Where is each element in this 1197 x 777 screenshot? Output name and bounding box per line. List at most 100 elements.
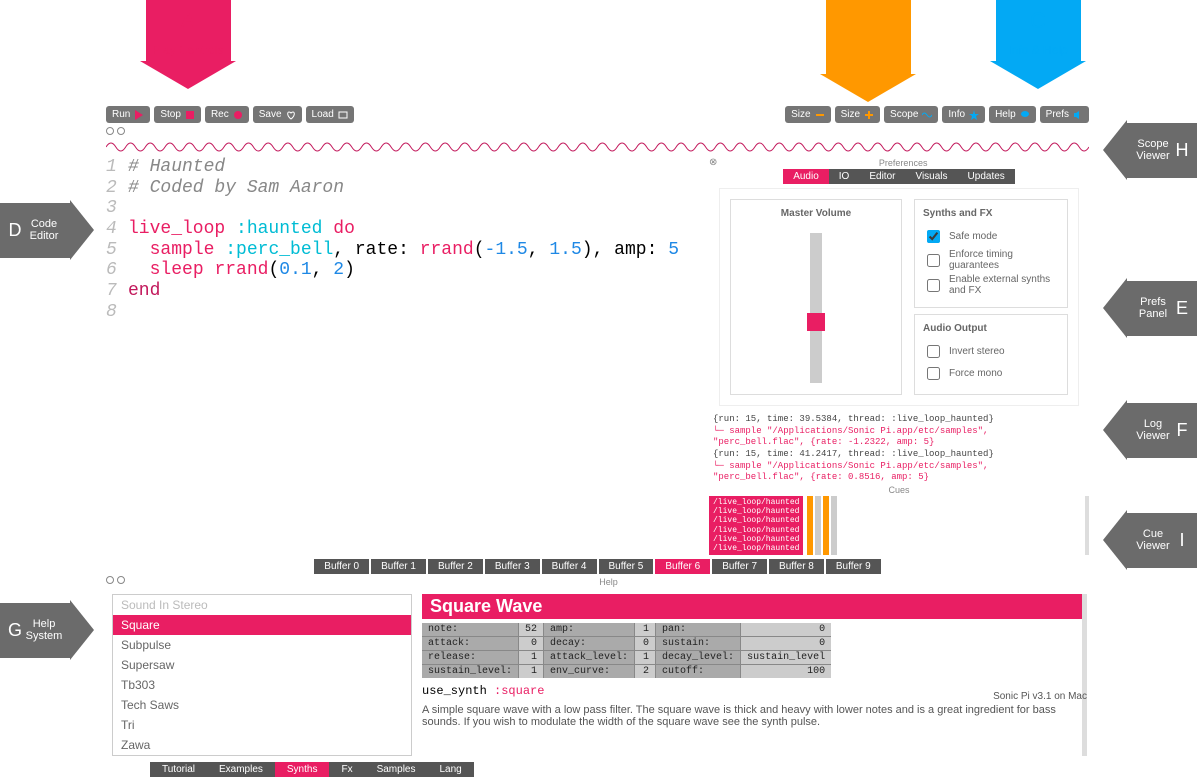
tab-editor[interactable]: Editor (859, 169, 905, 184)
volume-slider[interactable] (810, 233, 822, 383)
cue-viewer: Cues /live_loop/haunted /live_loop/haunt… (709, 484, 1089, 555)
callout-C-letter: C (1000, 8, 1077, 34)
close-icon[interactable] (106, 576, 114, 584)
callout-H: Scope Viewer H (1103, 120, 1197, 180)
prefs-title: Preferences (717, 157, 1089, 169)
help-tabs: Tutorial Examples Synths Fx Samples Lang (150, 762, 1095, 777)
waveform-icon (106, 137, 1089, 157)
star-icon (969, 110, 979, 120)
buffer-2[interactable]: Buffer 2 (428, 559, 483, 574)
callout-I: Cue Viewer I (1103, 510, 1197, 570)
stop-button[interactable]: Stop (154, 106, 201, 123)
help-button[interactable]: Help (989, 106, 1036, 123)
record-icon (233, 110, 243, 120)
close-icon[interactable]: ⊗ (709, 157, 717, 169)
wave-icon (922, 110, 932, 120)
buffer-0[interactable]: Buffer 0 (314, 559, 369, 574)
list-item[interactable]: Subpulse (113, 635, 411, 655)
rec-button[interactable]: Rec (205, 106, 249, 123)
cues-title: Cues (709, 484, 1089, 496)
scope-toolbar (100, 125, 1095, 137)
invert-stereo-checkbox[interactable]: Invert stereo (923, 342, 1059, 361)
list-item[interactable]: Tech Saws (113, 695, 411, 715)
tab-io[interactable]: IO (829, 169, 860, 184)
log-viewer: {run: 15, time: 39.5384, thread: :live_l… (709, 412, 1089, 482)
list-item[interactable]: Zawa (113, 735, 411, 755)
buffer-8[interactable]: Buffer 8 (769, 559, 824, 574)
help-tab-fx[interactable]: Fx (329, 762, 364, 777)
stop-icon (185, 110, 195, 120)
safe-mode-checkbox[interactable]: Safe mode (923, 227, 1059, 246)
callout-C-label: Info & Help (1000, 44, 1077, 57)
help-content: Square Wave note:52 amp:1 pan:0 attack:0… (422, 594, 1083, 756)
list-item[interactable]: Tb303 (113, 675, 411, 695)
synths-fx-label: Synths and FX (923, 208, 1059, 219)
scrollbar[interactable] (1082, 594, 1087, 756)
volume-thumb[interactable] (807, 313, 825, 331)
play-controls: Run Stop Rec Save Load (106, 106, 354, 123)
speaker-icon (1073, 110, 1083, 120)
cue-bars (807, 496, 837, 555)
help-title: Help (128, 576, 1089, 588)
close-icon[interactable] (106, 127, 114, 135)
help-description: A simple square wave with a low pass fil… (422, 704, 1083, 728)
help-tab-examples[interactable]: Examples (207, 762, 275, 777)
buffer-1[interactable]: Buffer 1 (371, 559, 426, 574)
buffer-tabs: Buffer 0 Buffer 1 Buffer 2 Buffer 3 Buff… (100, 559, 1095, 574)
callout-C: C Info & Help (990, 0, 1086, 89)
callout-G: G Help System (0, 600, 94, 660)
help-tab-synths[interactable]: Synths (275, 762, 330, 777)
buffer-4[interactable]: Buffer 4 (542, 559, 597, 574)
callout-F: Log Viewer F (1103, 400, 1197, 460)
app-window: Run Stop Rec Save Load Size Size Scope I… (100, 104, 1095, 704)
buffer-9[interactable]: Buffer 9 (826, 559, 881, 574)
buffer-7[interactable]: Buffer 7 (712, 559, 767, 574)
callout-A-letter: A (150, 8, 227, 34)
status-bar: Sonic Pi v3.1 on Mac (993, 691, 1087, 702)
run-button[interactable]: Run (106, 106, 150, 123)
gear-icon[interactable] (117, 127, 125, 135)
size-down-button[interactable]: Size (785, 106, 830, 123)
callout-B: B Editor Controls (820, 0, 916, 102)
help-synth-list[interactable]: Sound In Stereo Square Subpulse Supersaw… (112, 594, 412, 756)
use-synth-snippet: use_synth :square (422, 684, 1083, 698)
enforce-timing-checkbox[interactable]: Enforce timing guarantees (923, 249, 1059, 271)
size-up-button[interactable]: Size (835, 106, 880, 123)
gear-icon[interactable] (117, 576, 125, 584)
toolbar: Run Stop Rec Save Load Size Size Scope I… (100, 104, 1095, 125)
code-editor[interactable]: 1# Haunted 2# Coded by Sam Aaron 3 4live… (106, 157, 705, 555)
list-item[interactable]: Supersaw (113, 655, 411, 675)
buffer-3[interactable]: Buffer 3 (485, 559, 540, 574)
load-button[interactable]: Load (306, 106, 354, 123)
tab-updates[interactable]: Updates (958, 169, 1015, 184)
list-item[interactable]: Square (113, 615, 411, 635)
save-button[interactable]: Save (253, 106, 302, 123)
prefs-panel: ⊗Preferences Audio IO Editor Visuals Upd… (709, 157, 1089, 410)
scope-button[interactable]: Scope (884, 106, 938, 123)
help-system: Sound In Stereo Square Subpulse Supersaw… (100, 590, 1095, 760)
help-tab-tutorial[interactable]: Tutorial (150, 762, 207, 777)
force-mono-checkbox[interactable]: Force mono (923, 364, 1059, 383)
tab-audio[interactable]: Audio (783, 169, 829, 184)
prefs-button[interactable]: Prefs (1040, 106, 1089, 123)
audio-output-label: Audio Output (923, 323, 1059, 334)
plus-icon (864, 110, 874, 120)
enable-external-checkbox[interactable]: Enable external synths and FX (923, 274, 1059, 296)
callout-A: A Play Controls (140, 0, 236, 89)
prefs-tabs: Audio IO Editor Visuals Updates (709, 169, 1089, 184)
cue-list: /live_loop/haunted /live_loop/haunted /l… (709, 496, 803, 555)
list-item[interactable]: Sound In Stereo (113, 595, 411, 615)
tab-visuals[interactable]: Visuals (905, 169, 957, 184)
info-button[interactable]: Info (942, 106, 985, 123)
help-tab-lang[interactable]: Lang (427, 762, 473, 777)
callout-D: D Code Editor (0, 200, 94, 260)
buffer-5[interactable]: Buffer 5 (599, 559, 654, 574)
help-tab-samples[interactable]: Samples (365, 762, 428, 777)
buffer-6[interactable]: Buffer 6 (655, 559, 710, 574)
minus-icon (815, 110, 825, 120)
heart-icon (286, 110, 296, 120)
list-item[interactable]: Tri (113, 715, 411, 735)
scope-viewer (106, 137, 1089, 157)
callout-B-label: Editor Controls (830, 44, 907, 70)
callout-A-label: Play Controls (150, 44, 227, 57)
